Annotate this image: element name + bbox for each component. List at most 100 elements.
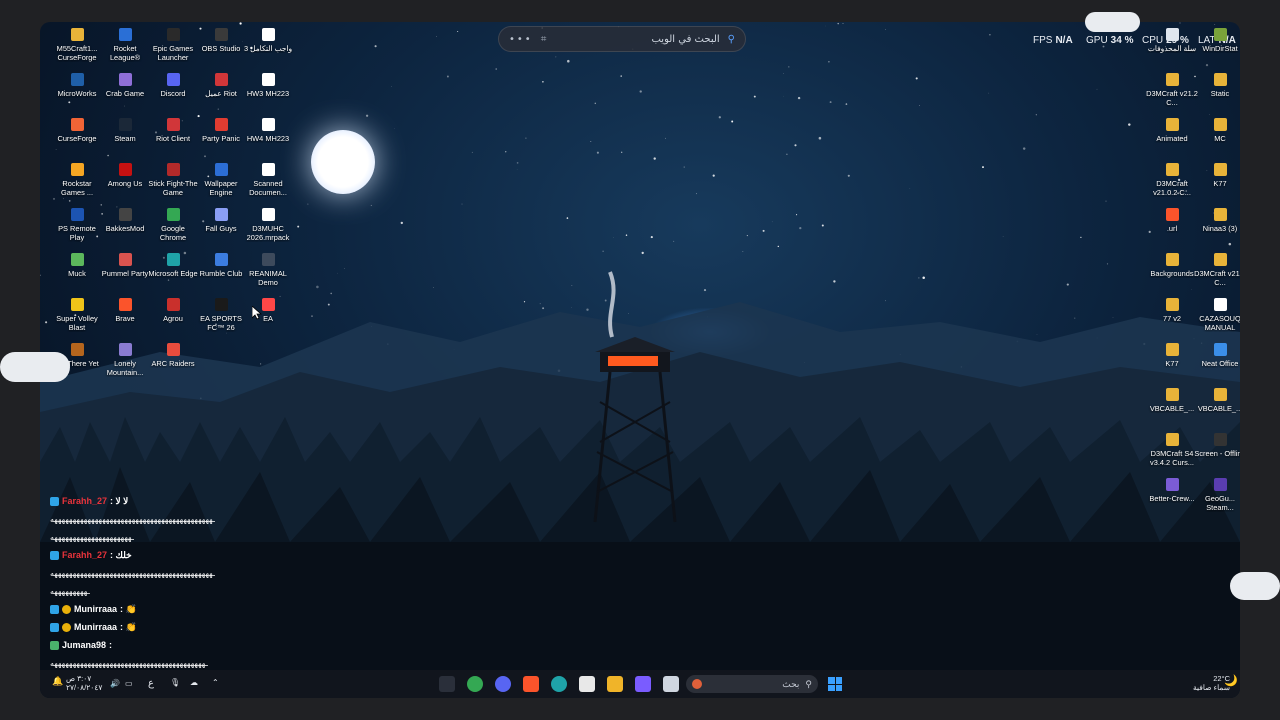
window-icon[interactable] [663,676,679,692]
desktop-icon[interactable]: MicroWorks [51,73,103,98]
desktop-icon-label: GeoGu... Steam... [1205,494,1235,512]
desktop-icon[interactable]: D3MUHC 2026.mrpack [242,208,294,242]
desktop-icon[interactable]: BakkesMod [99,208,151,233]
desktop-icon[interactable]: .url [1146,208,1198,233]
brave-icon [1165,208,1179,221]
steam-like-icon[interactable] [439,676,455,692]
desktop-icon[interactable]: Scanned Documen... [242,163,294,197]
more-options-icon[interactable]: ••• [509,34,533,45]
riot-icon [214,73,228,86]
desktop-icon[interactable]: PS Remote Play [51,208,103,242]
desktop-icon[interactable]: MC [1194,118,1240,143]
desktop-icon[interactable]: سلة المحذوفات [1146,28,1198,53]
desktop-icon-label: Fall Guys [205,224,237,233]
desktop-icon[interactable]: Party Panic [195,118,247,143]
desktop-icon[interactable]: VBCABLE_... [1146,388,1198,413]
desktop-icon[interactable]: Agrou [147,298,199,323]
desktop-icon[interactable]: Pummel Party [99,253,151,278]
desktop-icon[interactable]: Better-Crew... [1146,478,1198,503]
desktop-icon[interactable]: K77 [1194,163,1240,188]
notification-icon[interactable]: 🔔 [52,676,63,687]
desktop-icon[interactable]: Epic Games Launcher [147,28,199,62]
edge-icon[interactable] [551,676,567,692]
chevron-up-icon[interactable]: ⌃ [212,678,219,687]
desktop-icon[interactable]: Lonely Mountain... [99,343,151,377]
desktop-icon[interactable]: VBCABLE_... [1194,388,1240,413]
desktop-icon-label: Stick Fight The Game [148,179,198,197]
desktop-icon[interactable]: K77 [1146,343,1198,368]
system-tray: 🔔 [52,676,63,687]
desktop-icon[interactable]: HW4 MH223 [242,118,294,143]
desktop-icon[interactable]: EA [242,298,294,323]
chat-line: Munirraaa: 👏 [50,618,292,636]
desktop-icon[interactable]: CurseForge [51,118,103,143]
desktop-icon[interactable]: M55Craft1... CurseForge [51,28,103,62]
chrome-icon[interactable] [467,676,483,692]
desktop-icon[interactable]: Neat Office [1194,343,1240,368]
desktop-icon[interactable]: GeoGu... Steam... [1194,478,1240,512]
web-search-placeholder[interactable]: البحث في الويب [651,34,719,45]
desktop-icon[interactable]: Super Volley Blast [51,298,103,332]
desktop-icon[interactable]: Brave [99,298,151,323]
desktop-icon[interactable]: Screen - Offline [1194,433,1240,458]
desktop-icon[interactable]: Rocket League® [99,28,151,62]
desktop-icon[interactable]: واجب التكامل 3 [242,28,294,53]
desktop-icon[interactable]: 77 v2 [1146,298,1198,323]
volume-icon[interactable]: 🔊 [110,679,120,688]
desktop-icon[interactable]: Static [1194,73,1240,98]
copilot-icon[interactable] [635,676,651,692]
desktop-icon[interactable]: Wallpaper Engine [195,163,247,197]
desktop-icon[interactable]: Steam [99,118,151,143]
desktop-icon[interactable]: ARC Raiders [147,343,199,368]
desktop-icon[interactable]: Backgrounds [1146,253,1198,278]
desktop-icon[interactable]: Fall Guys [195,208,247,233]
desktop-icon[interactable]: Ninaa3 (3) [1194,208,1240,233]
folder-icon [1213,388,1227,401]
desktop-icon[interactable]: Among Us [99,163,151,188]
desktop-icon[interactable]: D3MCraft v21.2 C... [1146,73,1198,107]
desktop-icon[interactable]: Crab Game [99,73,151,98]
desktop-icon[interactable]: EA SPORTS FC™ 26 [195,298,247,332]
taskbar-search[interactable]: بحث ⚲ [686,675,818,693]
microworks-icon [70,73,84,86]
desktop-icon[interactable]: Google Chrome [147,208,199,242]
clock[interactable]: ٣:٠٧ ص ٢٧/٠٨/٢٠٤٧ [66,674,102,692]
prime-badge-icon [50,604,59,614]
desktop-icon[interactable]: D3MCraft v21.1 C... [1194,253,1240,287]
desktop-icon[interactable]: Animated [1146,118,1198,143]
camera-search-icon[interactable]: ⌗ [541,34,547,45]
desktop-icon[interactable]: عميل Riot [195,73,247,98]
document-icon [1213,298,1227,311]
chat-username: Farahh_27 [62,496,108,506]
taskbar-search-placeholder: بحث [782,678,800,689]
web-search-bar[interactable]: ••• ⌗ البحث في الويب ⚲ [498,26,746,52]
desktop-icon[interactable]: D3MCraft v21.0.2 C... [1146,163,1198,197]
desktop-icon[interactable]: D3MCraft S4 v3.4.2 Curs... [1146,433,1198,467]
desktop-icon[interactable]: Rumble Club [195,253,247,278]
start-button[interactable] [828,677,842,691]
store-icon[interactable] [579,676,595,692]
desktop-icon-label: ARC Raiders [151,359,195,368]
desktop-icon[interactable]: Rockstar Games ... [51,163,103,197]
display-icon[interactable]: ▭ [125,679,133,688]
network-icon[interactable]: ☁ [190,678,198,687]
desktop-icon[interactable]: Stick Fight The Game [147,163,199,197]
desktop-icon[interactable]: HW3 MH223 [242,73,294,98]
desktop-icon-label: Wallpaper Engine [204,179,238,197]
desktop-icon-label: .url [1166,224,1178,233]
desktop-icon[interactable]: OBS Studio [195,28,247,53]
desktop-icon[interactable]: WinDirStat [1194,28,1240,53]
language-indicator[interactable]: ع [148,678,154,689]
desktop-icon[interactable]: CAZASOUQ MANUAL [1194,298,1240,332]
desktop-icon-label: Brave [115,314,135,323]
desktop-icon[interactable]: Discord [147,73,199,98]
desktop-icon[interactable]: REANIMAL Demo [242,253,294,287]
desktop-icon[interactable]: Muck [51,253,103,278]
desktop-icon[interactable]: Microsoft Edge [147,253,199,278]
desktop-icon[interactable]: Riot Client [147,118,199,143]
file-explorer-icon[interactable] [607,676,623,692]
brave-icon[interactable] [523,676,539,692]
discord-icon[interactable] [495,676,511,692]
microphone-icon[interactable]: 🎙 [170,678,180,687]
search-icon: ⚲ [805,678,812,689]
